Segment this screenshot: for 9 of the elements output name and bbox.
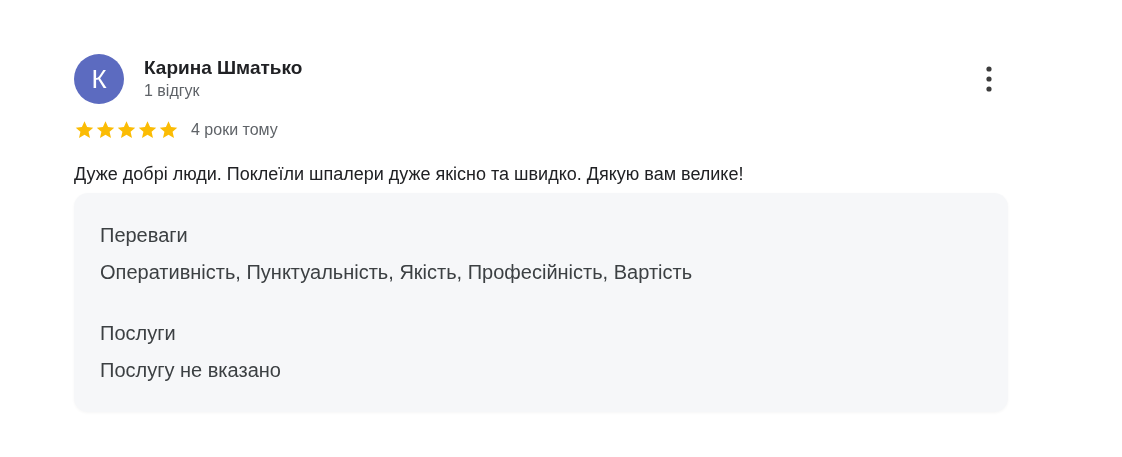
author-name[interactable]: Карина Шматько [144, 56, 982, 80]
review-count[interactable]: 1 відгук [144, 82, 982, 100]
detail-value: Оперативність, Пунктуальність, Якість, Професійність, Вартість [100, 260, 694, 284]
review-text: Дуже добрі люди. Поклеїли шпалери дуже якісно та швидко. Дякую вам велике! [74, 164, 745, 185]
detail-label: Переваги [100, 223, 189, 247]
review-date: 4 роки тому [191, 121, 278, 139]
detail-label: Послуги [100, 321, 177, 345]
avatar[interactable]: К [74, 54, 124, 104]
detail-value: Послугу не вказано [100, 358, 282, 382]
